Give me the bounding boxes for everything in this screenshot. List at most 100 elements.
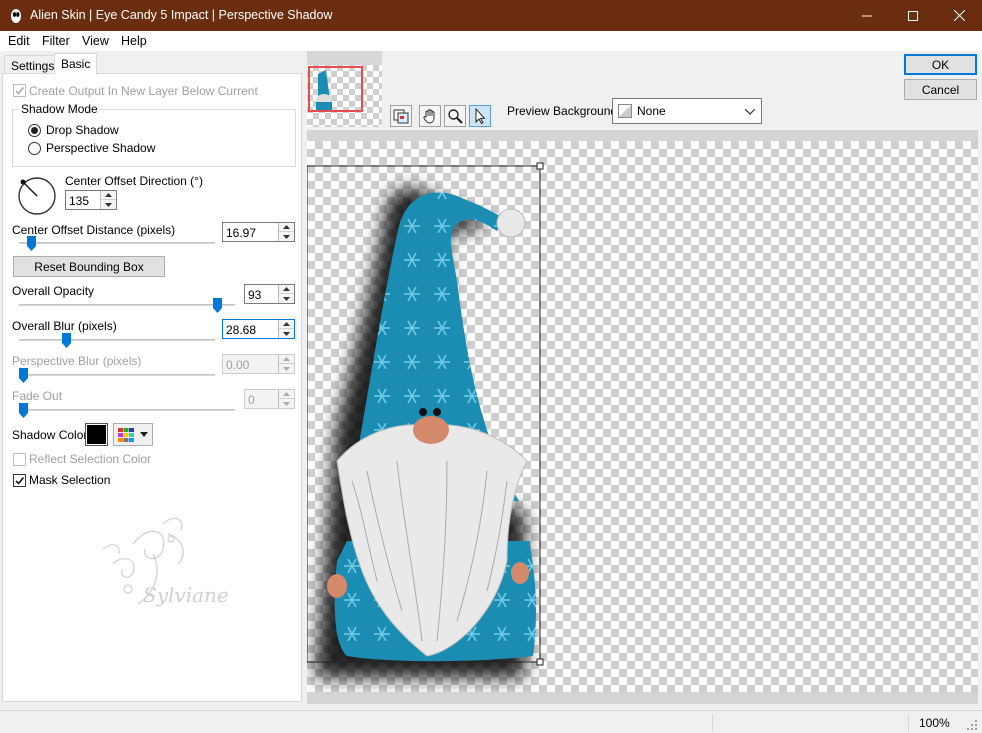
mask-selection-label: Mask Selection [29,473,111,487]
preview-swatch-icon [618,104,632,118]
preview-background-label: Preview Background: [507,104,621,118]
distance-slider-thumb[interactable] [27,236,36,251]
fade-out-slider-thumb[interactable] [19,403,28,418]
spin-down-icon [105,202,112,207]
zoom-icon [448,109,463,124]
gnome-preview-image [307,162,544,678]
blur-value: 28.68 [226,323,257,337]
tab-settings[interactable]: Settings [4,55,62,75]
preview-background-select[interactable]: None [612,98,762,124]
basic-tab-panel: Create Output In New Layer Below Current… [2,73,302,702]
zoom-status-cell: 100% [908,714,958,731]
direction-spinner[interactable] [100,191,116,209]
menu-help[interactable]: Help [121,34,147,48]
reflect-selection-checkbox[interactable] [13,453,26,466]
spin-up-icon [283,322,290,326]
fade-out-input[interactable]: 0 [244,389,295,409]
checkmark-icon [15,86,25,95]
shadow-color-swatch[interactable] [85,423,108,446]
preview-canvas[interactable] [307,141,978,692]
checkmark-icon [15,476,25,485]
distance-value: 16.97 [226,226,257,240]
blur-input[interactable]: 28.68 [222,319,295,339]
perspective-blur-label: Perspective Blur (pixels) [12,354,142,368]
spin-down-icon [283,401,290,406]
select-tool-button[interactable] [469,105,491,127]
navigator-tool-button[interactable] [390,105,412,127]
direction-input[interactable]: 135 [65,190,117,210]
fade-out-spinner[interactable] [278,390,294,408]
cancel-button[interactable]: Cancel [904,79,977,100]
direction-label: Center Offset Direction (°) [65,174,203,188]
mask-selection-checkbox[interactable] [13,474,26,487]
perspective-blur-input[interactable]: 0.00 [222,354,295,374]
opacity-slider-track[interactable] [19,304,235,306]
menu-filter[interactable]: Filter [42,34,70,48]
perspective-shadow-label: Perspective Shadow [46,141,156,155]
create-output-label: Create Output In New Layer Below Current [29,84,258,98]
direction-value: 135 [69,194,90,208]
reflect-selection-label: Reflect Selection Color [29,452,152,466]
dropdown-arrow-icon [140,432,148,437]
title-bar: Alien Skin | Eye Candy 5 Impact | Perspe… [0,0,982,31]
blur-slider-track[interactable] [19,339,215,341]
navigator-icon [393,109,409,124]
drop-shadow-label: Drop Shadow [46,123,119,137]
menu-view[interactable]: View [82,34,109,48]
color-picker-button[interactable] [113,423,153,446]
resize-grip-icon[interactable] [966,719,978,731]
zoom-tool-button[interactable] [444,105,466,127]
close-button[interactable] [936,0,982,31]
blur-slider-thumb[interactable] [62,333,71,348]
menu-bar: Edit Filter View Help [0,31,982,51]
navigator-viewport-box[interactable] [308,66,363,112]
menu-edit[interactable]: Edit [8,34,30,48]
blur-spinner[interactable] [278,320,294,338]
hand-tool-button[interactable] [419,105,441,127]
hand-icon [423,109,435,124]
spin-down-icon [283,366,290,371]
fade-out-value: 0 [248,393,255,407]
perspective-blur-slider-thumb[interactable] [19,368,28,383]
minimize-button[interactable] [844,0,890,31]
spin-up-icon [283,225,290,229]
close-icon [953,10,965,21]
drop-shadow-radio[interactable] [28,124,41,137]
spin-up-icon [283,287,290,291]
status-cell [712,714,908,731]
settings-panel: Settings Basic Create Output In New Laye… [0,51,305,704]
opacity-spinner[interactable] [278,285,294,303]
status-bar: 100% [0,710,982,733]
spin-down-icon [283,331,290,336]
direction-dial[interactable] [17,176,57,216]
spin-up-icon [283,357,290,361]
navigator-thumbnail[interactable] [307,65,382,127]
fade-out-label: Fade Out [12,389,63,403]
alien-skin-app-icon [11,9,21,23]
perspective-blur-value: 0.00 [226,358,250,372]
create-output-checkbox[interactable] [13,84,26,97]
preview-background-value: None [637,104,666,118]
radio-selected-dot [31,127,38,134]
distance-slider-track[interactable] [19,242,215,244]
perspective-shadow-radio[interactable] [28,142,41,155]
opacity-label: Overall Opacity [12,284,95,298]
distance-spinner[interactable] [278,223,294,241]
shadow-color-label: Shadow Color [12,428,88,442]
tab-basic[interactable]: Basic [54,53,98,75]
reset-bounding-box-button[interactable]: Reset Bounding Box [13,256,165,277]
watermark-text: Sylviane [143,583,229,607]
maximize-button[interactable] [890,0,936,31]
distance-label: Center Offset Distance (pixels) [12,223,176,237]
fade-out-slider-track[interactable] [19,409,235,411]
perspective-blur-spinner[interactable] [278,355,294,373]
ok-button[interactable]: OK [904,54,977,75]
thumbnail-gnome [316,70,332,110]
perspective-blur-slider-track[interactable] [19,374,215,376]
opacity-input[interactable]: 93 [244,284,295,304]
arrow-icon [475,108,486,124]
blur-label: Overall Blur (pixels) [12,319,117,333]
opacity-slider-thumb[interactable] [213,298,222,313]
shadow-mode-group: Shadow Mode Drop Shadow Perspective Shad… [12,102,296,167]
distance-input[interactable]: 16.97 [222,222,295,242]
